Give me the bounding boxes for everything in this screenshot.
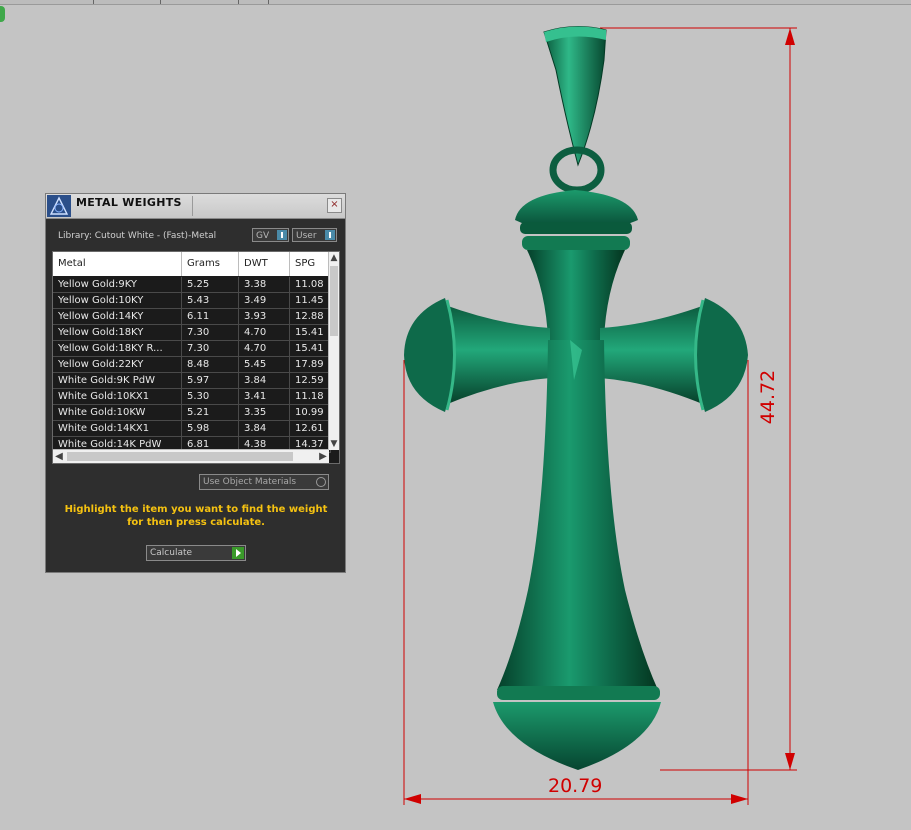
cell-spg: 12.59 — [290, 373, 331, 388]
column-header-dwt[interactable]: DWT — [239, 252, 290, 276]
cell-grams: 5.98 — [182, 421, 239, 436]
scroll-thumb[interactable] — [330, 266, 338, 336]
user-toggle[interactable]: User — [292, 228, 337, 242]
top-ridge — [520, 222, 632, 234]
cell-grams: 5.43 — [182, 293, 239, 308]
calculate-button[interactable]: Calculate — [146, 545, 246, 561]
cell-metal: Yellow Gold:14KY — [53, 309, 182, 324]
pendant-bail — [543, 26, 607, 167]
upper-stem — [527, 250, 625, 340]
column-header-grams[interactable]: Grams — [182, 252, 239, 276]
table-row[interactable]: Yellow Gold:22KY 8.48 5.45 17.89 — [53, 357, 331, 373]
table-row[interactable]: White Gold:10KX1 5.30 3.41 11.18 — [53, 389, 331, 405]
cell-dwt: 3.38 — [239, 277, 290, 292]
right-arm — [600, 305, 705, 405]
right-arm-cap — [696, 298, 748, 412]
title-divider — [192, 196, 193, 216]
cell-spg: 10.99 — [290, 405, 331, 420]
scroll-right-icon[interactable]: ▶ — [317, 450, 329, 463]
close-icon[interactable]: × — [327, 198, 342, 213]
metal-weights-panel: METAL WEIGHTS × Library: Cutout White - … — [45, 193, 346, 573]
scroll-thumb[interactable] — [67, 452, 293, 461]
scroll-left-icon[interactable]: ◀ — [53, 450, 65, 463]
toggle-icon — [277, 230, 287, 240]
cross-pendant-model[interactable] — [404, 26, 748, 770]
app-logo-icon — [47, 195, 71, 217]
scroll-down-icon[interactable]: ▼ — [329, 438, 339, 450]
cell-dwt: 3.84 — [239, 373, 290, 388]
vertical-scrollbar[interactable]: ▲ ▼ — [328, 252, 339, 450]
cell-spg: 11.18 — [290, 389, 331, 404]
cell-grams: 5.97 — [182, 373, 239, 388]
bottom-ridge — [497, 686, 660, 700]
cell-dwt: 3.41 — [239, 389, 290, 404]
table-row[interactable]: Yellow Gold:14KY 6.11 3.93 12.88 — [53, 309, 331, 325]
cell-grams: 5.25 — [182, 277, 239, 292]
panel-title: METAL WEIGHTS — [76, 196, 182, 209]
use-object-materials-option[interactable]: Use Object Materials — [199, 474, 329, 490]
table-header: Metal Grams DWT SPG — [53, 252, 331, 276]
panel-titlebar[interactable]: METAL WEIGHTS × — [46, 194, 345, 219]
cell-grams: 5.21 — [182, 405, 239, 420]
radio-icon[interactable] — [316, 477, 326, 487]
table-row[interactable]: Yellow Gold:18KY R... 7.30 4.70 15.41 — [53, 341, 331, 357]
cell-dwt: 4.70 — [239, 325, 290, 340]
cell-spg: 17.89 — [290, 357, 331, 372]
cell-spg: 11.08 — [290, 277, 331, 292]
cell-spg: 15.41 — [290, 341, 331, 356]
cell-spg: 11.45 — [290, 293, 331, 308]
toggle-icon — [325, 230, 335, 240]
table-row[interactable]: White Gold:9K PdW 5.97 3.84 12.59 — [53, 373, 331, 389]
cell-metal: White Gold:10KW — [53, 405, 182, 420]
column-header-metal[interactable]: Metal — [53, 252, 182, 276]
left-arm-cap — [404, 298, 454, 412]
cell-dwt: 3.84 — [239, 421, 290, 436]
cell-dwt: 3.93 — [239, 309, 290, 324]
cell-grams: 7.30 — [182, 341, 239, 356]
use-object-materials-label: Use Object Materials — [203, 477, 297, 487]
library-label: Library: Cutout White - (Fast)-Metal — [58, 231, 217, 241]
table-row[interactable]: Yellow Gold:10KY 5.43 3.49 11.45 — [53, 293, 331, 309]
calculate-label: Calculate — [150, 548, 193, 558]
table-row[interactable]: White Gold:14KX1 5.98 3.84 12.61 — [53, 421, 331, 437]
cell-dwt: 5.45 — [239, 357, 290, 372]
height-dimension-label: 44.72 — [757, 369, 780, 425]
cell-metal: White Gold:9K PdW — [53, 373, 182, 388]
user-label: User — [296, 231, 317, 241]
top-ridge — [522, 236, 630, 250]
cell-metal: Yellow Gold:9KY — [53, 277, 182, 292]
gv-toggle[interactable]: GV — [252, 228, 289, 242]
play-icon — [232, 547, 244, 559]
horizontal-scrollbar[interactable]: ◀ ▶ — [53, 449, 329, 463]
cell-grams: 5.30 — [182, 389, 239, 404]
left-arm — [445, 305, 550, 405]
scroll-up-icon[interactable]: ▲ — [329, 252, 339, 264]
cell-metal: Yellow Gold:10KY — [53, 293, 182, 308]
cell-metal: White Gold:14KX1 — [53, 421, 182, 436]
metal-table[interactable]: Metal Grams DWT SPG Yellow Gold:9KY 5.25 3… — [52, 251, 340, 464]
cell-dwt: 3.35 — [239, 405, 290, 420]
cell-grams: 8.48 — [182, 357, 239, 372]
cell-spg: 15.41 — [290, 325, 331, 340]
cell-grams: 7.30 — [182, 325, 239, 340]
cell-metal: White Gold:10KX1 — [53, 389, 182, 404]
width-dimension-label: 20.79 — [548, 775, 603, 797]
cell-metal: Yellow Gold:18KY — [53, 325, 182, 340]
cell-dwt: 3.49 — [239, 293, 290, 308]
table-row[interactable]: Yellow Gold:18KY 7.30 4.70 15.41 — [53, 325, 331, 341]
cell-metal: Yellow Gold:18KY R... — [53, 341, 182, 356]
table-row[interactable]: Yellow Gold:9KY 5.25 3.38 11.08 — [53, 277, 331, 293]
table-row[interactable]: White Gold:10KW 5.21 3.35 10.99 — [53, 405, 331, 421]
instruction-text: Highlight the item you want to find the … — [64, 504, 328, 528]
bottom-bulb — [493, 702, 661, 770]
table-body: Yellow Gold:9KY 5.25 3.38 11.08 Yellow Gold:… — [53, 277, 331, 453]
gv-label: GV — [256, 231, 270, 241]
cell-dwt: 4.70 — [239, 341, 290, 356]
cell-grams: 6.11 — [182, 309, 239, 324]
lower-stem — [497, 340, 658, 690]
cell-spg: 12.88 — [290, 309, 331, 324]
cell-spg: 12.61 — [290, 421, 331, 436]
column-header-spg[interactable]: SPG — [290, 252, 331, 276]
cell-metal: Yellow Gold:22KY — [53, 357, 182, 372]
